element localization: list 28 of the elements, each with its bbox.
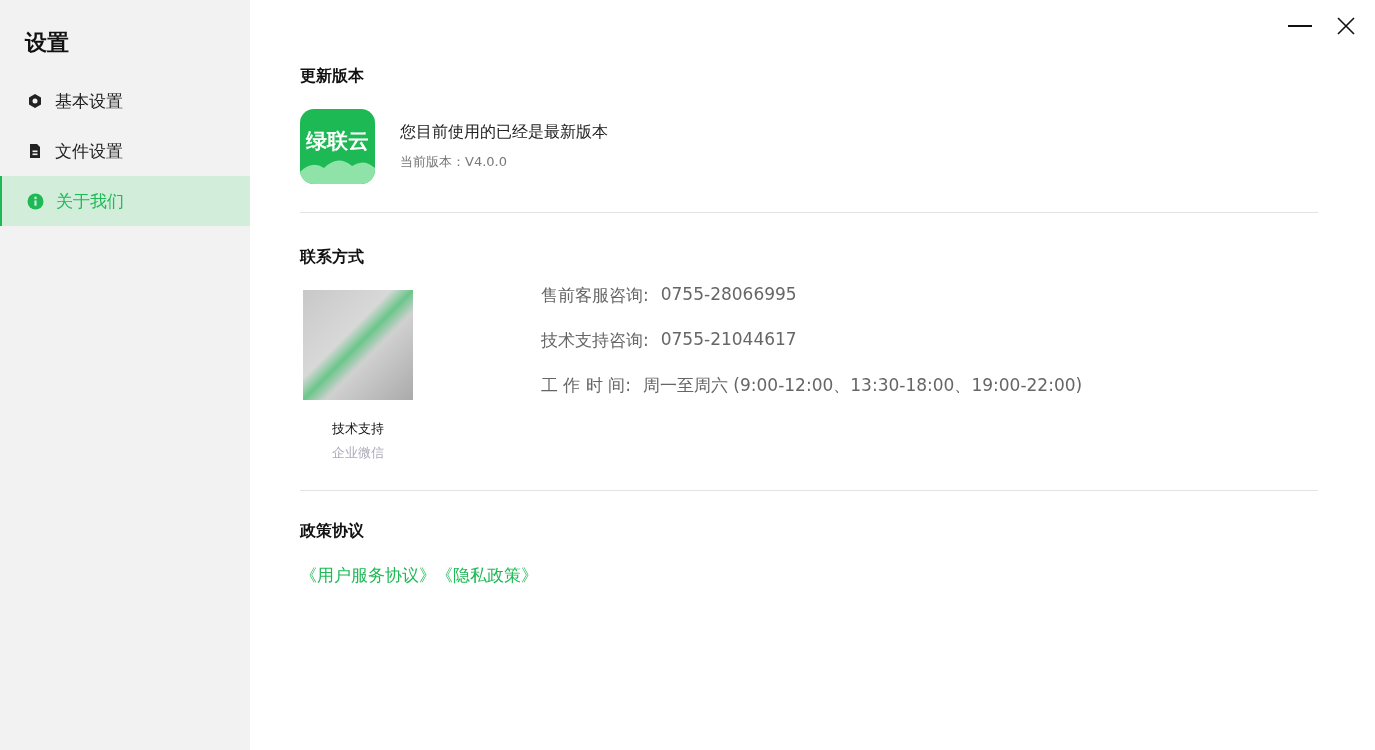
contact-label: 售前客服咨询: bbox=[541, 284, 649, 307]
info-icon bbox=[27, 192, 44, 210]
document-icon bbox=[27, 143, 43, 159]
section-heading: 政策协议 bbox=[300, 521, 365, 542]
sidebar-item[interactable]: 关于我们 bbox=[0, 176, 250, 226]
policy-link[interactable]: 《用户服务协议》 bbox=[300, 564, 436, 587]
contact-value: 周一至周六 (9:00-12:00、13:30-18:00、19:00-22:00) bbox=[642, 374, 1083, 397]
contact-label: 技术支持咨询: bbox=[541, 329, 649, 352]
qr-subcaption: 企业微信 bbox=[332, 444, 384, 462]
sidebar-item-label: 文件设置 bbox=[55, 139, 123, 163]
contact-value: 0755-28066995 bbox=[660, 284, 797, 306]
sidebar-item-label: 基本设置 bbox=[55, 89, 123, 113]
update-status: 您目前使用的已经是最新版本 bbox=[400, 122, 608, 143]
section-heading: 联系方式 bbox=[300, 247, 365, 268]
sidebar-item[interactable]: 基本设置 bbox=[0, 76, 250, 126]
hexagon-icon bbox=[27, 93, 43, 109]
contact-value: 0755-21044617 bbox=[660, 329, 797, 351]
minimize-icon bbox=[1288, 25, 1312, 27]
qr-caption: 技术支持 bbox=[332, 420, 384, 438]
sidebar-item[interactable]: 文件设置 bbox=[0, 126, 250, 176]
sidebar-title: 设置 bbox=[23, 29, 70, 57]
version-text: 当前版本：V4.0.0 bbox=[400, 153, 508, 171]
contact-label: 工 作 时 间: bbox=[541, 374, 631, 397]
section-heading: 更新版本 bbox=[300, 66, 365, 87]
sidebar-item-label: 关于我们 bbox=[56, 189, 124, 213]
app-logo: 绿联云 bbox=[300, 109, 375, 184]
policy-link[interactable]: 《隐私政策》 bbox=[436, 564, 538, 587]
close-icon bbox=[1336, 16, 1356, 36]
